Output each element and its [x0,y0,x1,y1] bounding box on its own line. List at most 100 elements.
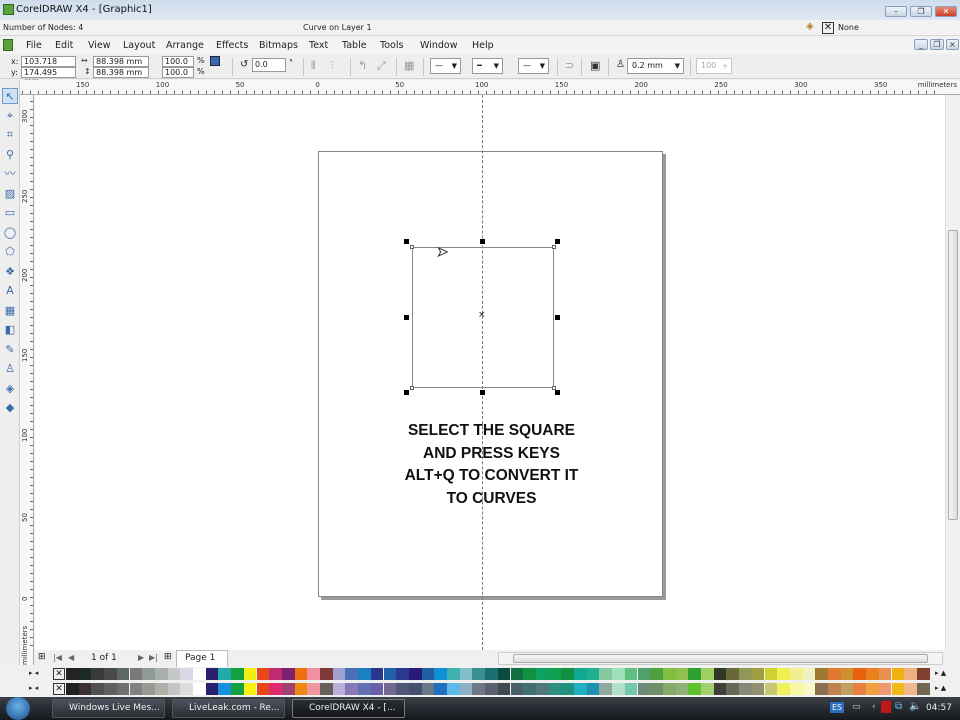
color-swatch[interactable] [218,683,232,695]
color-swatch[interactable] [281,683,295,695]
show-hidden-icons[interactable]: ‹ [872,702,876,712]
height-field[interactable]: 88.398 mm [93,67,149,78]
color-swatch[interactable] [878,668,892,680]
color-swatch[interactable] [510,683,524,695]
color-swatch[interactable] [853,683,867,695]
color-swatch[interactable] [726,668,740,680]
color-swatch[interactable] [472,668,486,680]
color-swatch[interactable] [243,668,257,680]
doc-restore-button[interactable]: ❐ [930,39,944,50]
color-swatch[interactable] [853,668,867,680]
color-swatch[interactable] [167,683,181,695]
line-style-dropdown[interactable]: ━ ▼ [472,58,503,74]
close-button[interactable]: ✕ [935,6,957,17]
color-swatch[interactable] [726,683,740,695]
color-swatch[interactable] [840,683,854,695]
selection-handle[interactable] [404,315,409,320]
doc-close-button[interactable]: × [946,39,959,50]
color-swatch[interactable] [154,668,168,680]
add-page-after-icon[interactable]: ⊞ [164,652,172,662]
color-swatch[interactable] [485,668,498,680]
color-swatch[interactable] [434,668,447,680]
color-swatch[interactable] [193,668,206,680]
to-front-icon[interactable]: ▣ [590,59,600,72]
color-swatch[interactable] [104,668,117,680]
start-arrow-dropdown[interactable]: — ▼ [430,58,461,74]
keyboard-icon[interactable]: ▭ [852,702,861,712]
doc-minimize-button[interactable]: _ [914,39,928,50]
vertical-ruler[interactable]: millimeters 300 250 200 150 100 50 0 [20,95,34,665]
vertical-scroll-thumb[interactable] [948,230,958,520]
color-swatch[interactable] [789,668,803,680]
color-swatch[interactable] [535,668,549,680]
color-swatch[interactable] [650,668,663,680]
color-swatch[interactable] [599,668,613,680]
color-swatch[interactable] [78,683,92,695]
color-swatch[interactable] [459,683,473,695]
color-swatch[interactable] [472,683,486,695]
selection-handle[interactable] [555,390,560,395]
color-swatch[interactable] [269,683,282,695]
outline-tool[interactable]: ♙ [2,361,18,377]
menu-window[interactable]: Window [420,40,457,51]
color-swatch[interactable] [523,668,536,680]
no-color-swatch[interactable]: ✕ [53,683,65,695]
menu-file[interactable]: File [26,40,42,51]
color-swatch[interactable] [764,668,778,680]
selection-handle[interactable] [555,315,560,320]
volume-icon[interactable]: 🔈 [909,701,921,712]
color-swatch[interactable] [447,683,460,695]
color-swatch[interactable] [66,668,79,680]
menu-help[interactable]: Help [472,40,494,51]
color-swatch[interactable] [574,683,587,695]
selection-handle[interactable] [480,239,485,244]
color-swatch[interactable] [142,668,155,680]
scale-x-field[interactable]: 100.0 [162,56,194,67]
color-swatch[interactable] [269,668,282,680]
color-swatch[interactable] [624,683,638,695]
color-swatch[interactable] [142,683,155,695]
color-swatch[interactable] [701,668,714,680]
selection-handle[interactable] [404,390,409,395]
color-swatch[interactable] [612,683,625,695]
drawing-canvas[interactable]: × ➤ SELECT THE SQUARE AND PRESS KEYS ALT… [35,95,945,650]
color-swatch[interactable] [91,683,105,695]
outline-width-dropdown[interactable]: 0.2 mm ▼ [627,58,684,74]
color-swatch[interactable] [294,668,308,680]
color-swatch[interactable] [637,668,651,680]
color-swatch[interactable] [129,668,143,680]
y-position-field[interactable]: 174.495 mm [21,67,76,86]
color-swatch[interactable] [345,668,359,680]
vertical-scrollbar[interactable] [945,95,960,650]
color-swatch[interactable] [154,683,168,695]
table-tool[interactable]: ▦ [2,303,18,319]
color-swatch[interactable] [916,668,930,680]
color-swatch[interactable] [358,668,371,680]
color-swatch[interactable] [815,668,828,680]
node[interactable] [410,386,414,390]
node[interactable] [552,245,556,249]
color-swatch[interactable] [459,668,473,680]
color-swatch[interactable] [408,683,422,695]
next-page-button[interactable]: ▶ [138,653,144,662]
polygon-tool[interactable]: ⬠ [2,244,18,260]
opacity-field[interactable]: 100 + [696,58,732,74]
color-swatch[interactable] [802,668,816,680]
color-swatch[interactable] [383,683,397,695]
color-swatch[interactable] [447,668,460,680]
color-swatch[interactable] [688,668,701,680]
clock[interactable]: 04:57 [926,703,952,713]
color-swatch[interactable] [294,683,308,695]
color-swatch[interactable] [916,683,930,695]
color-swatch[interactable] [866,668,879,680]
menu-text[interactable]: Text [309,40,328,51]
color-swatch[interactable] [370,668,384,680]
color-swatch[interactable] [739,668,752,680]
menu-layout[interactable]: Layout [123,40,155,51]
color-swatch[interactable] [840,668,854,680]
menu-edit[interactable]: Edit [55,40,73,51]
color-swatch[interactable] [866,683,879,695]
color-swatch[interactable] [434,683,447,695]
color-swatch[interactable] [218,668,232,680]
color-swatch[interactable] [891,668,905,680]
